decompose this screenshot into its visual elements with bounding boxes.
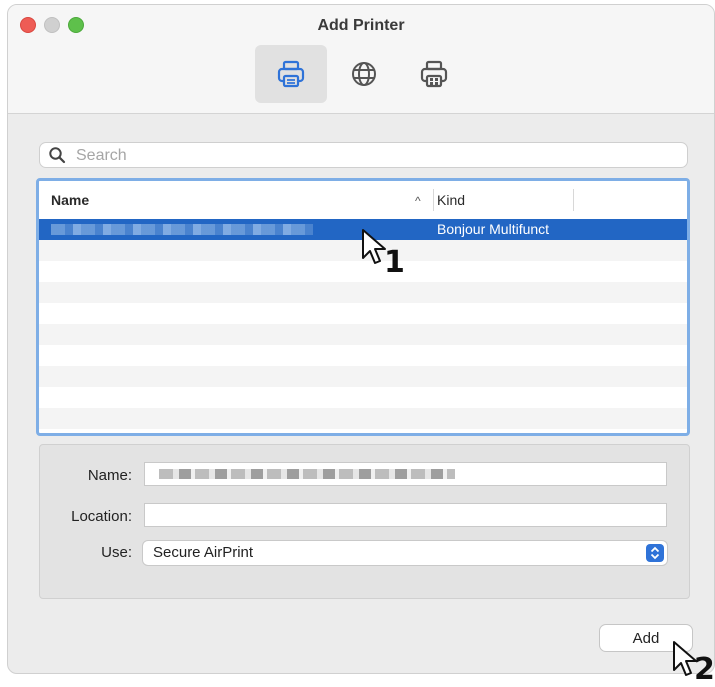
column-header-kind[interactable]: Kind (437, 181, 465, 219)
globe-icon (352, 62, 376, 86)
name-label: Name: (87, 467, 132, 484)
name-value-redacted (159, 469, 455, 479)
printer-list[interactable]: Name ^ Kind Bonjour Multifunct (36, 178, 690, 436)
use-label: Use: (101, 544, 132, 561)
use-select-value: Secure AirPrint (153, 544, 254, 561)
title-bar: Add Printer (8, 5, 714, 114)
empty-row (39, 387, 687, 408)
search-input[interactable] (74, 145, 678, 167)
step-marker-2: 2 (694, 652, 715, 687)
ip-printer-button[interactable] (328, 45, 400, 103)
printer-name-redacted (51, 224, 313, 235)
printer-windows-icon (420, 60, 448, 88)
table-header: Name ^ Kind (39, 181, 687, 220)
sort-ascending-icon: ^ (415, 194, 421, 208)
printer-details-form: Name: Location: Use: Secure AirPrint (39, 444, 690, 599)
windows-printer-button[interactable] (398, 45, 470, 103)
empty-row (39, 345, 687, 366)
search-icon (49, 147, 66, 164)
window-title: Add Printer (317, 17, 405, 34)
empty-row (39, 282, 687, 303)
location-field[interactable] (144, 503, 667, 527)
step-marker-1: 1 (384, 245, 405, 280)
empty-row (39, 408, 687, 429)
empty-row (39, 324, 687, 345)
printer-icon (277, 60, 305, 88)
printer-kind: Bonjour Multifunct (437, 221, 550, 237)
chevron-up-down-icon (646, 544, 664, 562)
empty-row (39, 303, 687, 324)
add-printer-window: Add Printer Search Name ^ Kind Bonjour M… (7, 4, 715, 674)
column-divider[interactable] (433, 189, 434, 211)
location-label: Location: (71, 508, 132, 525)
use-select[interactable]: Secure AirPrint (142, 540, 668, 566)
name-field[interactable] (144, 462, 667, 486)
search-field[interactable] (39, 142, 688, 168)
empty-row (39, 366, 687, 387)
column-header-name[interactable]: Name (51, 181, 89, 219)
column-divider[interactable] (573, 189, 574, 211)
default-printer-button[interactable] (255, 45, 327, 103)
